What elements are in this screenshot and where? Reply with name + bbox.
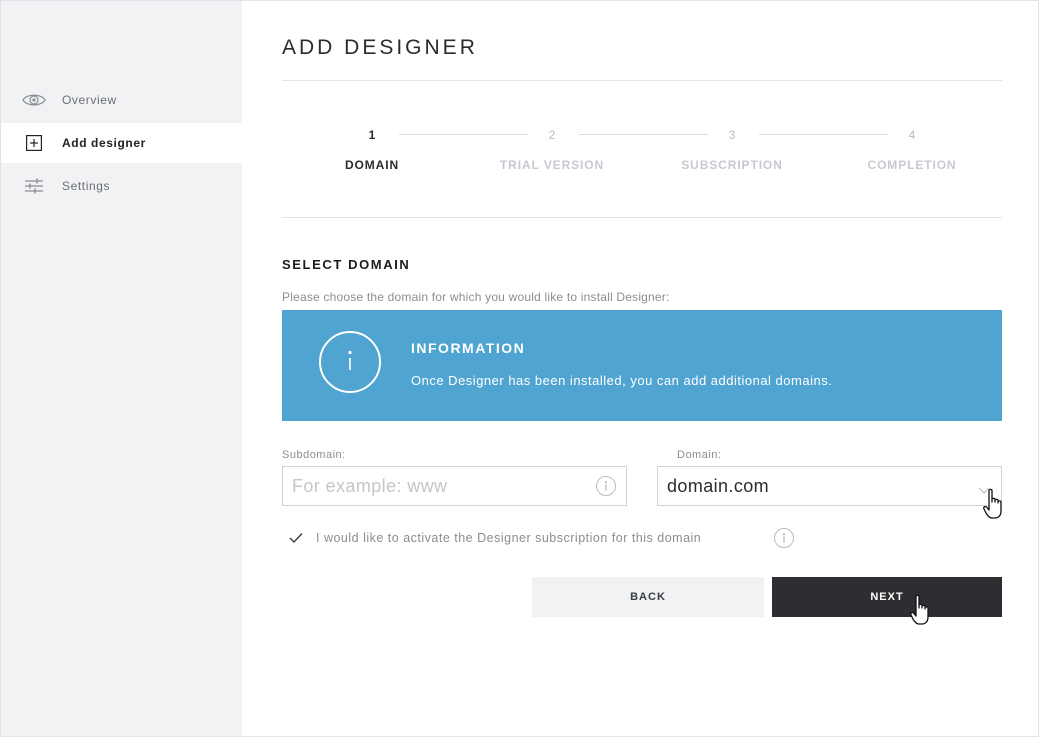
step-1-number: 1 [368, 128, 376, 142]
information-text: Once Designer has been installed, you ca… [411, 373, 833, 388]
step-connector [759, 134, 888, 135]
main-content: ADD DESIGNER 1 2 3 4 DOMAIN TRIAL VERSIO… [282, 0, 1002, 737]
plus-square-icon [22, 131, 46, 155]
step-2-label: TRIAL VERSION [499, 158, 605, 172]
step-connector [399, 134, 528, 135]
information-title: INFORMATION [411, 340, 526, 356]
divider [282, 80, 1002, 81]
subdomain-label: Subdomain: [282, 449, 346, 461]
subdomain-placeholder: For example: www [292, 476, 448, 496]
info-icon [319, 331, 381, 393]
next-button[interactable]: NEXT [772, 577, 1002, 617]
eye-icon [22, 88, 46, 112]
step-3-label: SUBSCRIPTION [681, 158, 783, 172]
chevron-down-icon [978, 482, 990, 500]
step-connector [579, 134, 708, 135]
page-title: ADD DESIGNER [282, 36, 478, 59]
sidebar: Overview Add designer Settings [0, 0, 242, 737]
sidebar-item-settings[interactable]: Settings [0, 166, 242, 206]
back-button[interactable]: BACK [532, 577, 764, 617]
step-1-label: DOMAIN [344, 158, 400, 172]
information-banner: INFORMATION Once Designer has been insta… [282, 310, 1002, 421]
step-4-label: COMPLETION [867, 158, 957, 172]
sliders-icon [22, 174, 46, 198]
sidebar-item-label: Add designer [62, 136, 146, 150]
sidebar-item-label: Settings [62, 179, 111, 193]
divider [282, 217, 1002, 218]
step-3-number: 3 [728, 128, 736, 142]
sidebar-item-add-designer[interactable]: Add designer [0, 123, 242, 163]
sidebar-item-label: Overview [62, 93, 117, 107]
section-description: Please choose the domain for which you w… [282, 290, 670, 304]
sidebar-item-overview[interactable]: Overview [0, 80, 242, 120]
step-2-number: 2 [548, 128, 556, 142]
subscription-info-icon[interactable] [774, 528, 794, 548]
subdomain-input[interactable]: For example: www [282, 466, 627, 506]
subscription-checkbox-label[interactable]: I would like to activate the Designer su… [316, 531, 701, 545]
subdomain-info-icon[interactable] [596, 476, 616, 496]
checkbox-checkmark-icon[interactable] [289, 531, 303, 549]
domain-select[interactable]: domain.com [657, 466, 1002, 506]
domain-label: Domain: [677, 449, 722, 461]
domain-selected-value: domain.com [667, 476, 770, 496]
section-title: SELECT DOMAIN [282, 257, 411, 272]
step-4-number: 4 [908, 128, 916, 142]
